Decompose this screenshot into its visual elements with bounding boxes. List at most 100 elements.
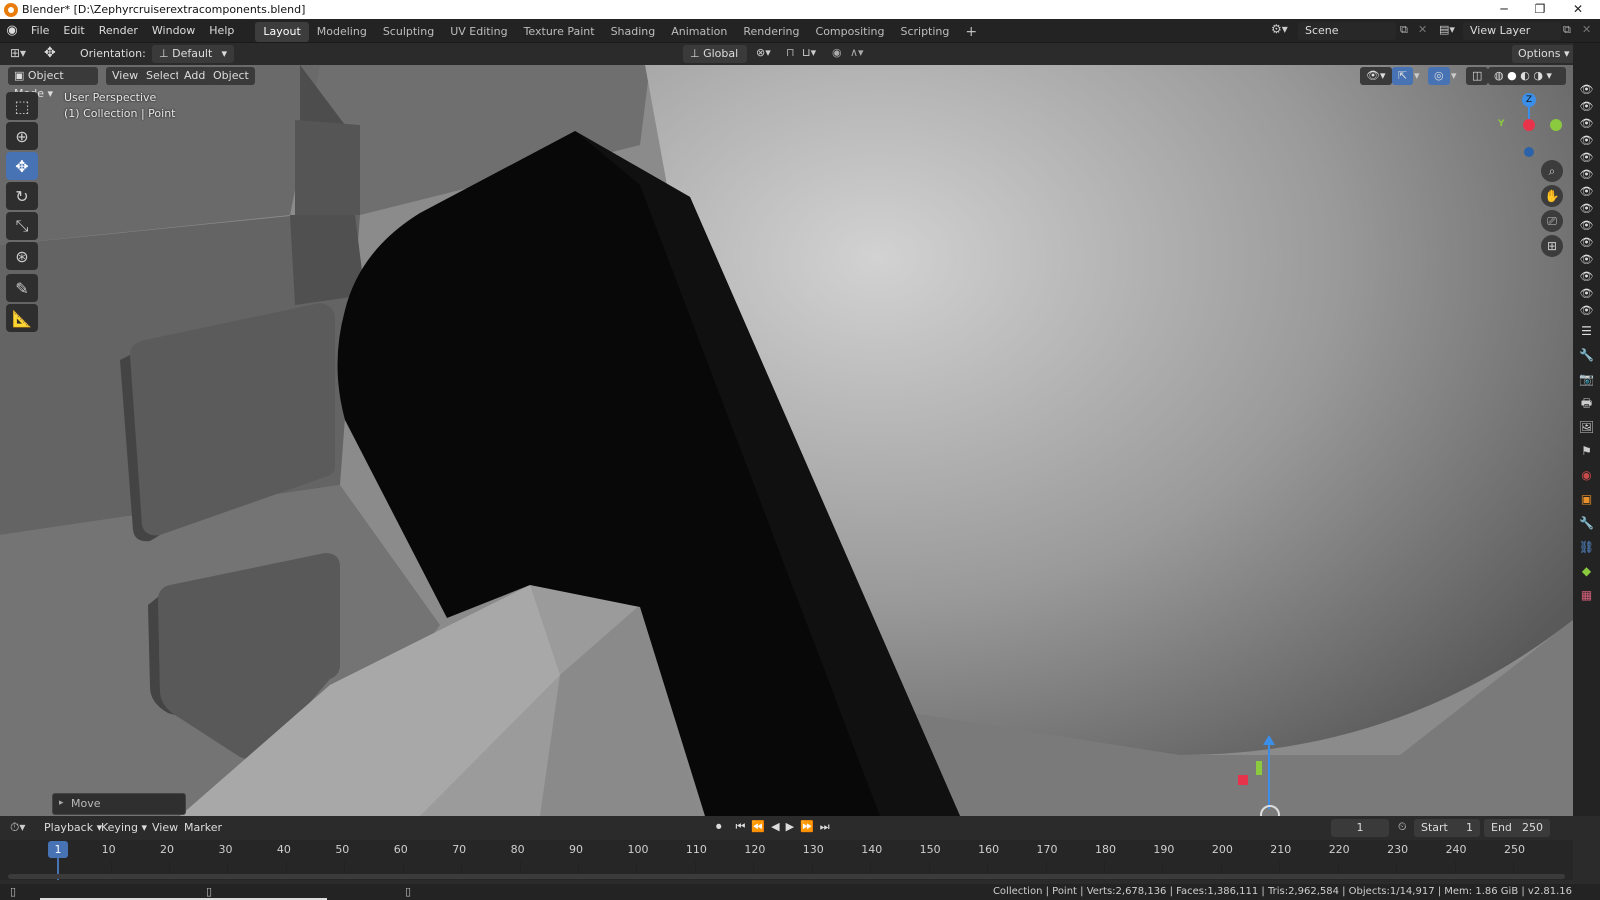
tool-properties-icon[interactable]: 🔧: [1573, 343, 1600, 367]
gizmo-dropdown-icon[interactable]: ▾: [1414, 69, 1420, 82]
tab-texture-paint[interactable]: Texture Paint: [516, 22, 603, 42]
scale-icon[interactable]: ⤡: [6, 212, 38, 240]
eye-icon[interactable]: 👁: [1573, 81, 1600, 98]
3d-viewport[interactable]: ▣ Object Mode ▾ View Select Add Object 👁…: [0, 65, 1573, 816]
view-layer-field[interactable]: View Layer: [1463, 22, 1561, 40]
minimize-icon[interactable]: ─: [1486, 0, 1522, 19]
tab-rendering[interactable]: Rendering: [735, 22, 807, 42]
visibility-icon[interactable]: 👁▾: [1360, 67, 1392, 85]
shading-modes[interactable]: ◍ ● ◐ ◑ ▾: [1488, 67, 1566, 85]
eye-icon[interactable]: 👁: [1573, 251, 1600, 268]
camera-icon[interactable]: ⎚: [1541, 210, 1563, 232]
tab-sculpting[interactable]: Sculpting: [375, 22, 442, 42]
eye-icon[interactable]: 👁: [1573, 132, 1600, 149]
blender-menu-icon[interactable]: ◉: [0, 23, 24, 38]
constraint-properties-icon[interactable]: ⛓: [1573, 535, 1600, 559]
output-properties-icon[interactable]: 🖶: [1573, 391, 1600, 415]
y-axis-neg-icon[interactable]: Y: [1498, 119, 1511, 132]
new-view-layer-icon[interactable]: ⧉: [1563, 23, 1571, 37]
xray-icon[interactable]: ◫: [1466, 67, 1489, 85]
options-dropdown[interactable]: Options ▾: [1512, 45, 1576, 63]
wireframe-shading-icon[interactable]: ◍: [1494, 69, 1504, 82]
world-properties-icon[interactable]: ◉: [1573, 463, 1600, 487]
snap-icon[interactable]: ⊓: [786, 46, 795, 59]
close-icon[interactable]: ✕: [1560, 0, 1596, 19]
menu-help[interactable]: Help: [202, 19, 241, 43]
y-handle-icon[interactable]: [1256, 761, 1262, 775]
annotate-icon[interactable]: ✎: [6, 274, 38, 302]
delete-view-layer-icon[interactable]: ✕: [1582, 23, 1591, 36]
timeline-editor-icon[interactable]: ⏱▾: [10, 820, 25, 835]
eye-icon[interactable]: 👁: [1573, 302, 1600, 319]
view-layer-properties-icon[interactable]: 🖼: [1573, 415, 1600, 439]
measure-icon[interactable]: 📐: [6, 304, 38, 332]
z-axis-icon[interactable]: Z: [1522, 93, 1536, 107]
tab-shading[interactable]: Shading: [603, 22, 664, 42]
rendered-shading-icon[interactable]: ◑: [1533, 69, 1543, 82]
current-frame-field[interactable]: 1: [1331, 819, 1389, 837]
editor-type-icon[interactable]: ⊞▾: [10, 46, 26, 60]
play-reverse-icon[interactable]: ◀: [771, 820, 779, 834]
eye-icon[interactable]: 👁: [1573, 285, 1600, 302]
pan-hand-icon[interactable]: ✋: [1541, 185, 1563, 207]
overlay-dropdown-icon[interactable]: ▾: [1451, 69, 1457, 82]
menu-edit[interactable]: Edit: [56, 19, 91, 43]
menu-view[interactable]: View: [106, 67, 145, 85]
tab-layout[interactable]: Layout: [255, 21, 309, 42]
record-icon[interactable]: ⏺: [716, 820, 722, 834]
delete-scene-icon[interactable]: ✕: [1418, 23, 1427, 36]
prev-keyframe-icon[interactable]: ⏪: [751, 820, 765, 834]
play-icon[interactable]: ▶: [786, 820, 794, 834]
properties-editor-icon[interactable]: ☰: [1573, 319, 1600, 343]
eye-icon[interactable]: 👁: [1573, 268, 1600, 285]
perspective-grid-icon[interactable]: ⊞: [1541, 235, 1563, 257]
eye-icon[interactable]: 👁: [1573, 217, 1600, 234]
orientation-dropdown[interactable]: ⊥ Default ▾: [152, 45, 234, 63]
zoom-icon[interactable]: ⌕: [1541, 160, 1563, 182]
view-layer-browse-icon[interactable]: ▤▾: [1439, 23, 1455, 36]
scene-name-field[interactable]: Scene: [1298, 22, 1396, 40]
menu-object[interactable]: Object: [207, 67, 255, 85]
rotate-icon[interactable]: ↻: [6, 182, 38, 210]
x-handle-icon[interactable]: [1238, 775, 1248, 785]
cursor-icon[interactable]: ⊕: [6, 122, 38, 150]
menu-window[interactable]: Window: [145, 19, 202, 43]
proportional-edit-icon[interactable]: ◉: [832, 46, 842, 59]
object-properties-icon[interactable]: ▣: [1573, 487, 1600, 511]
navigation-gizmo[interactable]: Z Y: [1494, 93, 1566, 163]
transform-gizmo[interactable]: [1230, 735, 1290, 816]
gizmo-toggle-icon[interactable]: ⇱: [1392, 67, 1414, 85]
menu-marker[interactable]: Marker: [178, 819, 228, 837]
playhead[interactable]: 1: [48, 841, 68, 858]
eye-icon[interactable]: 👁: [1573, 115, 1600, 132]
next-keyframe-icon[interactable]: ⏩: [800, 820, 814, 834]
material-properties-icon[interactable]: ▦: [1573, 583, 1600, 607]
tab-modeling[interactable]: Modeling: [309, 22, 375, 42]
falloff-icon[interactable]: ∧▾: [850, 46, 864, 59]
z-axis-neg-icon[interactable]: [1524, 147, 1534, 157]
menu-render[interactable]: Render: [92, 19, 145, 43]
eye-icon[interactable]: 👁: [1573, 234, 1600, 251]
scene-properties-icon[interactable]: ⚑: [1573, 439, 1600, 463]
menu-file[interactable]: File: [24, 19, 56, 43]
solid-shading-icon[interactable]: ●: [1507, 69, 1517, 82]
transform-icon[interactable]: ⊛: [6, 242, 38, 270]
eye-icon[interactable]: 👁: [1573, 166, 1600, 183]
eye-icon[interactable]: 👁: [1573, 98, 1600, 115]
stopwatch-icon[interactable]: ⏲: [1398, 820, 1407, 834]
start-frame-field[interactable]: Start 1: [1414, 819, 1480, 837]
overlay-toggle-icon[interactable]: ◎: [1428, 67, 1450, 85]
jump-end-icon[interactable]: ⏭: [820, 820, 830, 834]
select-box-icon[interactable]: ⬚: [6, 92, 38, 120]
jump-start-icon[interactable]: ⏮: [736, 820, 746, 834]
menu-keying[interactable]: Keying ▾: [95, 819, 153, 837]
y-axis-icon[interactable]: [1550, 119, 1562, 131]
last-operator-panel[interactable]: ▸ Move: [52, 793, 186, 815]
x-axis-icon[interactable]: [1523, 119, 1535, 131]
timeline-scrollbar[interactable]: [8, 874, 1565, 879]
modifier-properties-icon[interactable]: 🔧: [1573, 511, 1600, 535]
tab-scripting[interactable]: Scripting: [892, 22, 957, 42]
z-arrow-icon[interactable]: [1263, 735, 1275, 745]
snap-target-icon[interactable]: ⊔▾: [802, 46, 816, 59]
eye-icon[interactable]: 👁: [1573, 200, 1600, 217]
